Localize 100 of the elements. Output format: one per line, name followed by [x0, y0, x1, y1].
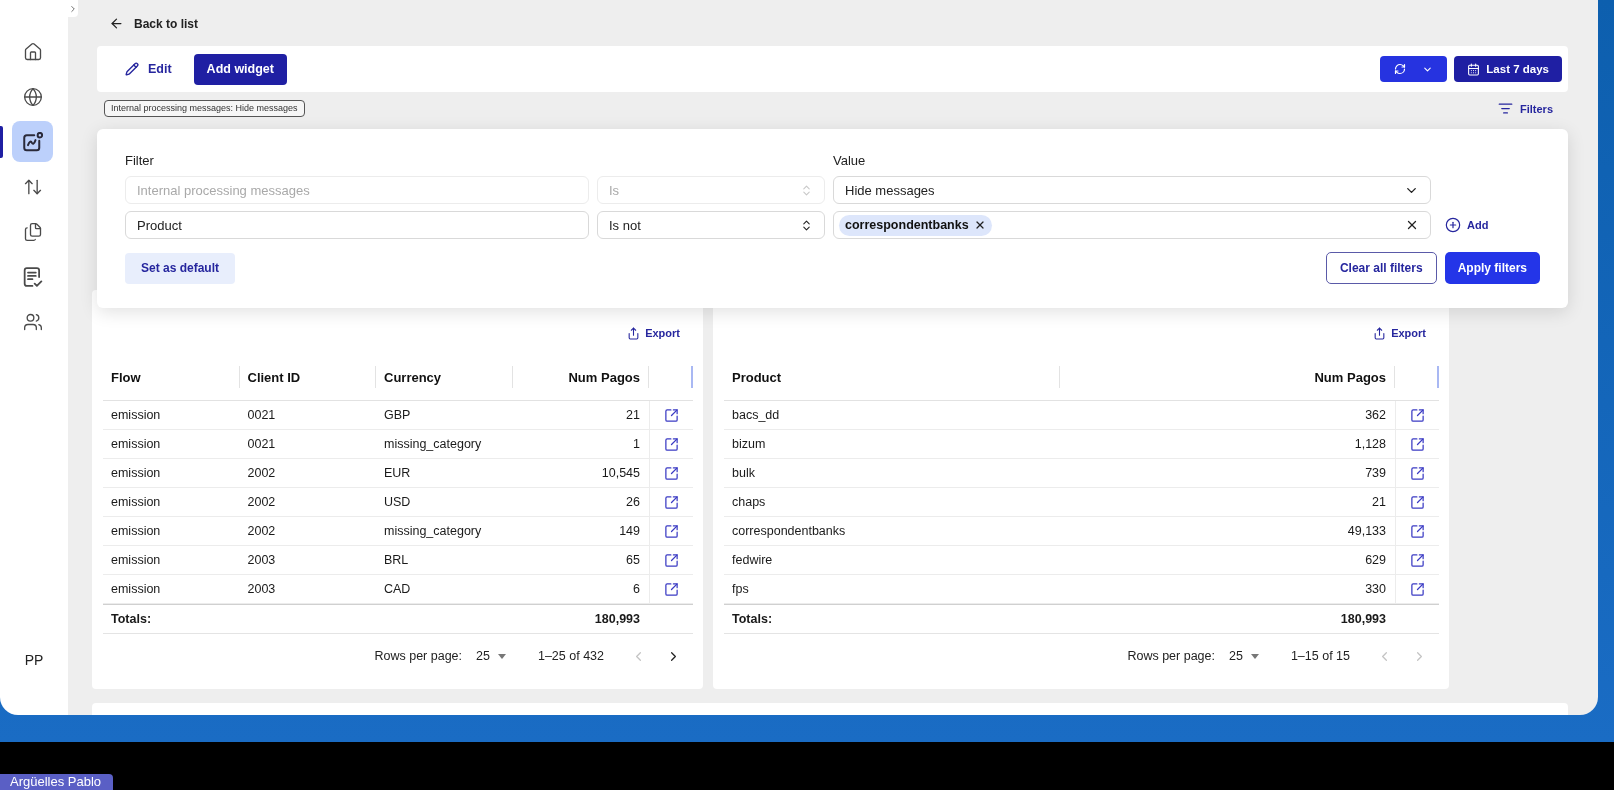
- table-cell-text: GBP: [383, 408, 412, 422]
- table-cell-text: emission: [110, 524, 162, 538]
- refresh-icon: [1394, 63, 1407, 75]
- table-cell-text: 2003: [246, 582, 277, 596]
- filter-icon: [1498, 101, 1513, 116]
- chevrons-up-down-icon: [800, 183, 813, 197]
- checklist-icon: [22, 266, 43, 287]
- plus-circle-icon: [1445, 217, 1461, 233]
- table-cell-text: 6: [632, 582, 641, 596]
- filter-chip[interactable]: Internal processing messages: Hide messages: [104, 100, 305, 117]
- external-link-icon[interactable]: [664, 407, 679, 423]
- share-icon: [1373, 326, 1387, 340]
- external-link-icon[interactable]: [664, 523, 679, 539]
- user-initials[interactable]: PP: [24, 652, 44, 668]
- chevron-right-icon: [68, 3, 78, 14]
- value-tags-field[interactable]: correspondentbanks: [833, 211, 1431, 239]
- table-cell-text: 21: [625, 408, 641, 422]
- export-button[interactable]: Export: [627, 326, 680, 340]
- table-cell-text: emission: [110, 437, 162, 451]
- external-link-icon[interactable]: [1410, 523, 1425, 539]
- table-cell-text: 1,128: [1353, 437, 1387, 451]
- apply-filters-button[interactable]: Apply filters: [1444, 252, 1540, 284]
- table-cell-text: 362: [1364, 408, 1387, 422]
- table-cell-text: 0021: [246, 408, 277, 422]
- column-header[interactable]: Flow: [103, 354, 240, 400]
- caret-down-icon: [497, 653, 506, 659]
- external-link-icon[interactable]: [1410, 465, 1425, 481]
- set-default-button[interactable]: Set as default: [125, 252, 236, 284]
- users-icon: [22, 311, 43, 332]
- add-widget-button[interactable]: Add widget: [193, 53, 287, 85]
- table-cell-text: 49,133: [1346, 524, 1387, 538]
- table-cell-text: 1: [632, 437, 641, 451]
- totals-value: 180,993: [1339, 612, 1387, 626]
- table-cell-text: 2003: [246, 553, 277, 567]
- table-cell-text: CAD: [383, 582, 412, 596]
- external-link-icon[interactable]: [1410, 494, 1425, 510]
- external-link-icon[interactable]: [664, 436, 679, 452]
- table-cell-text: bacs_dd: [731, 408, 781, 422]
- chevrons-up-down-icon: [800, 218, 813, 232]
- clear-filters-button[interactable]: Clear all filters: [1325, 252, 1437, 284]
- table-cell-text: 2002: [246, 524, 277, 538]
- table-cell-text: EUR: [383, 466, 412, 480]
- add-filter-button[interactable]: Add: [1445, 217, 1489, 233]
- rows-per-page-label: Rows per page:: [1127, 649, 1215, 663]
- close-icon: [1405, 218, 1419, 232]
- external-link-icon[interactable]: [1410, 436, 1425, 452]
- external-link-icon[interactable]: [1410, 407, 1425, 423]
- column-header[interactable]: Num Pagos: [1059, 354, 1395, 400]
- table-cell-text: BRL: [383, 553, 410, 567]
- table-cell-text: 0021: [246, 437, 277, 451]
- external-link-icon[interactable]: [664, 581, 679, 597]
- column-header[interactable]: Num Pagos: [512, 354, 649, 400]
- table-cell-text: emission: [110, 553, 162, 567]
- selection-indicator: [0, 125, 3, 158]
- totals-label: Totals:: [110, 612, 153, 626]
- refresh-menu-button[interactable]: [1380, 56, 1448, 82]
- totals-value: 180,993: [593, 612, 641, 626]
- export-button[interactable]: Export: [1373, 326, 1426, 340]
- home-icon: [22, 41, 43, 62]
- share-icon: [627, 326, 641, 340]
- sidebar-toggle-button[interactable]: [68, 0, 78, 17]
- external-link-icon[interactable]: [1410, 581, 1425, 597]
- column-header[interactable]: Currency: [376, 354, 513, 400]
- globe-icon: [22, 86, 43, 107]
- table-cell-text: 65: [625, 553, 641, 567]
- table-cell-text: 26: [625, 495, 641, 509]
- rows-per-page-label: Rows per page:: [374, 649, 463, 663]
- column-header[interactable]: Client ID: [239, 354, 376, 400]
- table-cell-text: 629: [1364, 553, 1387, 567]
- table-cell-text: fedwire: [731, 553, 774, 567]
- table-cell-text: 739: [1364, 466, 1387, 480]
- external-link-icon[interactable]: [664, 465, 679, 481]
- table-cell-text: chaps: [731, 495, 767, 509]
- sidebar-item[interactable]: [12, 121, 53, 162]
- date-range-button[interactable]: Last 7 days: [1454, 56, 1562, 82]
- table-cell-text: missing_category: [383, 437, 483, 451]
- table-cell-text: missing_category: [383, 524, 483, 538]
- rows-per-page-select[interactable]: 25: [1229, 649, 1259, 663]
- external-link-icon[interactable]: [664, 494, 679, 510]
- external-link-icon[interactable]: [1410, 552, 1425, 568]
- calendar-icon: [1467, 62, 1481, 76]
- value-tag[interactable]: correspondentbanks: [839, 214, 992, 236]
- table-cell-text: emission: [110, 408, 162, 422]
- filter-field-select[interactable]: Product: [125, 211, 589, 239]
- value-heading: Value: [833, 153, 866, 169]
- table-cell-text: 330: [1364, 582, 1387, 596]
- filters-button[interactable]: Filters: [1498, 101, 1553, 116]
- rows-per-page-select[interactable]: 25: [476, 649, 506, 663]
- back-link[interactable]: Back to list: [109, 12, 199, 35]
- column-header[interactable]: Product: [724, 354, 1060, 400]
- table-cell-text: 149: [618, 524, 641, 538]
- operator-select[interactable]: Is not: [597, 211, 825, 239]
- edit-button[interactable]: Edit: [117, 56, 180, 82]
- table-cell-text: 2002: [246, 495, 277, 509]
- page-range: 1–15 of 15: [1290, 649, 1350, 663]
- chart-icon: [22, 131, 43, 152]
- table-cell-text: 21: [1371, 495, 1387, 509]
- table-cell-text: 2002: [246, 466, 277, 480]
- table-cell-text: USD: [383, 495, 412, 509]
- external-link-icon[interactable]: [664, 552, 679, 568]
